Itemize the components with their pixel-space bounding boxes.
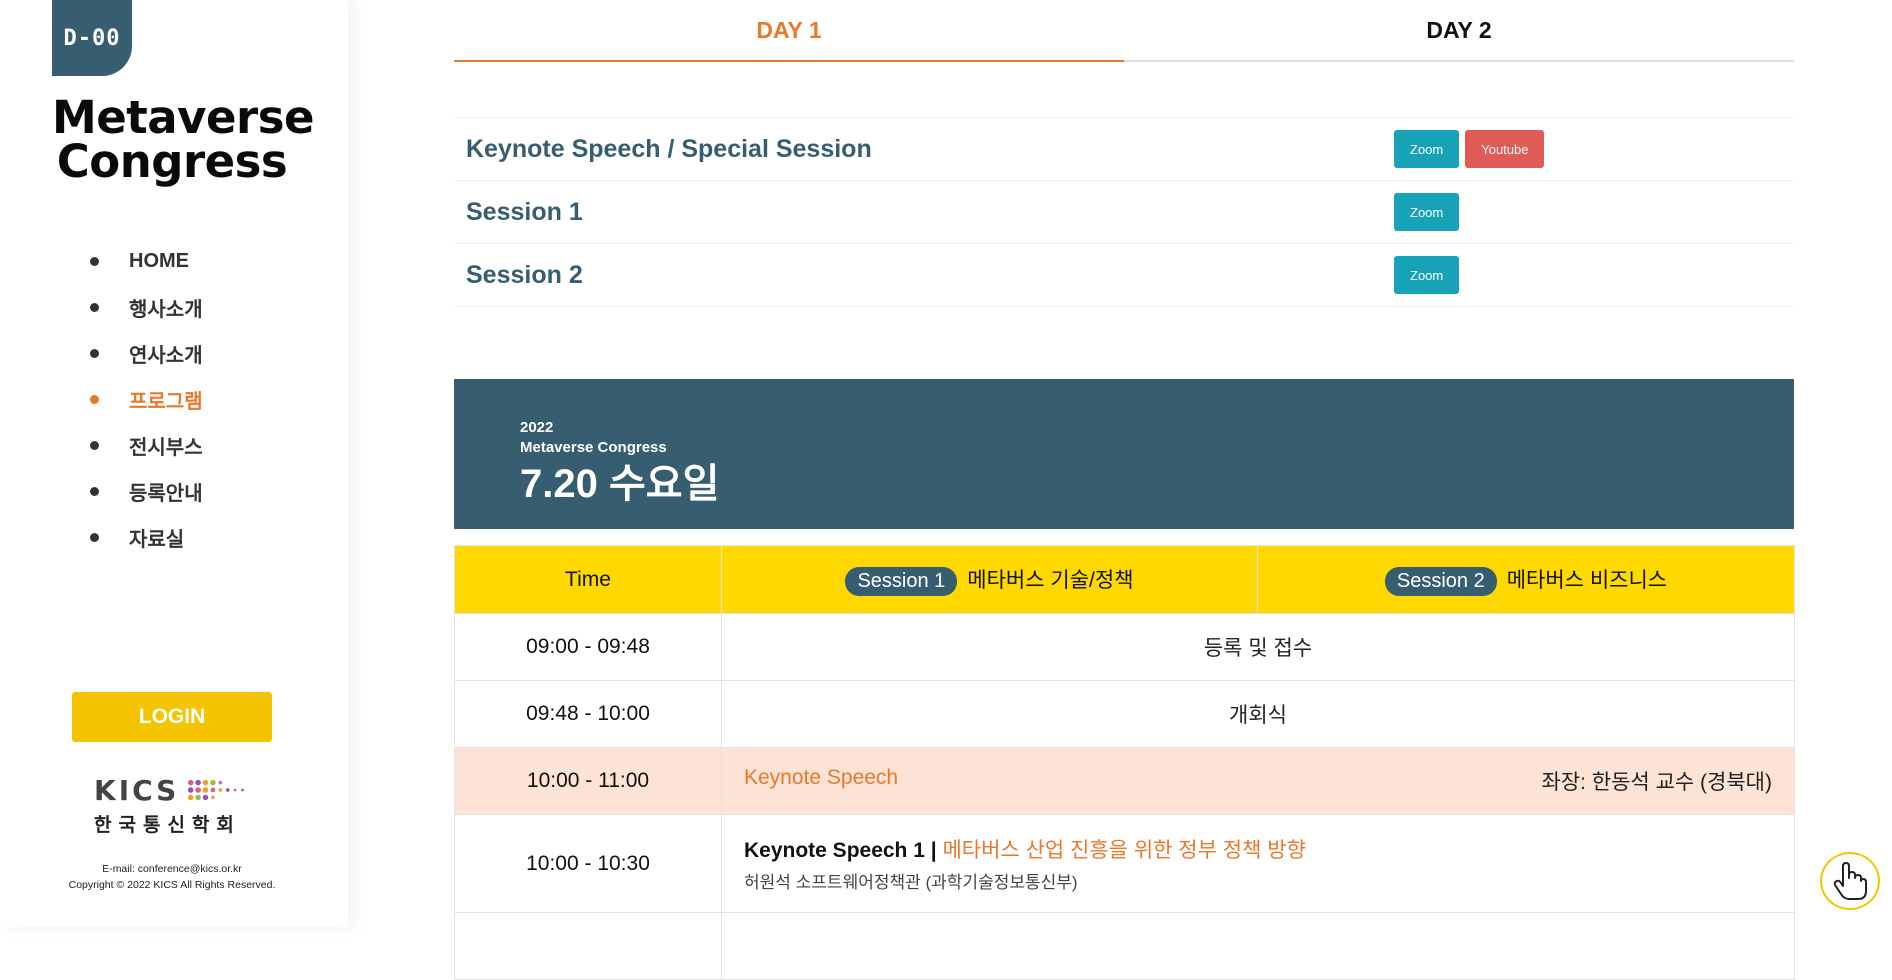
banner-date: 7.20 수요일	[520, 462, 720, 506]
sidebar-nav: HOME 행사소개 연사소개 프로그램 전시부스 등록안내 자료실	[90, 238, 203, 560]
footer-copyright: Copyright © 2022 KICS All Rights Reserve…	[68, 879, 276, 891]
nav-item-label: 연사소개	[129, 344, 203, 367]
program-header-row: Time Session 1 메타버스 기술/정책 Session 2 메타버스 비…	[454, 545, 1795, 614]
session-link-title: Session 2	[466, 260, 583, 289]
nav-item-exhibition[interactable]: 전시부스	[90, 422, 203, 468]
row-event: 개회식	[721, 680, 1795, 748]
logo-line-2: Congress	[56, 135, 288, 188]
bullet-icon	[90, 348, 99, 358]
talk-label: Keynote Speech 1 |	[744, 839, 937, 862]
hand-pointer-icon	[1833, 862, 1867, 900]
keynote-title: Keynote Speech	[744, 766, 899, 789]
footer: E-mail: conference@kics.or.kr Copyright …	[40, 861, 304, 893]
floating-help-button[interactable]	[1820, 852, 1880, 910]
session-1-title: 메타버스 기술/정책	[967, 568, 1134, 592]
session-link-title: Session 1	[466, 197, 583, 226]
nav-item-program[interactable]: 프로그램	[90, 376, 203, 422]
nav-item-archive[interactable]: 자료실	[90, 514, 203, 560]
table-row: 10:00 - 10:30 Keynote Speech 1 | 메타버스 산업…	[454, 814, 1795, 913]
session-1-header: Session 1 메타버스 기술/정책	[721, 545, 1258, 614]
logo-line-1: Metaverse	[52, 91, 315, 144]
kics-logo-letters: KICS	[94, 773, 180, 807]
nav-item-home[interactable]: HOME	[90, 238, 203, 284]
nav-item-label: HOME	[129, 249, 189, 272]
session-link-row: Keynote Speech / Special Session Zoom Yo…	[454, 118, 1794, 181]
zoom-button[interactable]: Zoom	[1394, 256, 1460, 294]
nav-item-label: 전시부스	[129, 436, 203, 459]
zoom-button[interactable]: Zoom	[1394, 130, 1460, 168]
session-2-title: 메타버스 비즈니스	[1506, 568, 1668, 592]
banner-conference: Metaverse Congress	[520, 439, 667, 456]
row-event	[721, 912, 1795, 980]
bullet-icon	[90, 440, 99, 450]
footer-email: E-mail: conference@kics.or.kr	[102, 863, 242, 875]
talk-speaker: 허원석 소프트웨어정책관 (과학기술정보통신부)	[744, 873, 1078, 892]
row-time: 09:00 - 09:48	[454, 613, 722, 681]
bullet-icon	[90, 532, 99, 542]
nav-item-label: 자료실	[129, 528, 185, 551]
keynote-chair: 좌장: 한동석 교수 (경북대)	[1541, 771, 1772, 794]
talk-topic: 메타버스 산업 진흥을 위한 정부 정책 방향	[942, 839, 1306, 862]
table-row: 09:48 - 10:00 개회식	[454, 680, 1795, 748]
kics-dots-icon	[188, 779, 245, 801]
nav-item-label: 등록안내	[129, 482, 203, 505]
bullet-icon	[90, 394, 99, 404]
day-tabs: DAY 1 DAY 2	[454, 0, 1794, 62]
session-2-header: Session 2 메타버스 비즈니스	[1257, 545, 1795, 614]
nav-item-speakers[interactable]: 연사소개	[90, 330, 203, 376]
kics-logo[interactable]: KICS 한국통신학회	[94, 774, 254, 836]
row-time	[454, 912, 722, 980]
site-logo[interactable]: Metaverse Congress	[52, 91, 315, 188]
time-column-header: Time	[454, 545, 722, 614]
session-2-pill: Session 2	[1384, 566, 1497, 596]
table-row: 09:00 - 09:48 등록 및 접수	[454, 613, 1795, 681]
nav-item-label: 프로그램	[129, 390, 203, 413]
table-row-keynote: 10:00 - 11:00 Keynote Speech 좌장: 한동석 교수 …	[454, 747, 1795, 815]
nav-item-registration[interactable]: 등록안내	[90, 468, 203, 514]
banner-year: 2022	[520, 419, 554, 436]
row-event: 등록 및 접수	[721, 613, 1795, 681]
session-link-title: Keynote Speech / Special Session	[466, 134, 872, 163]
login-button[interactable]: LOGIN	[72, 692, 272, 742]
row-event: Keynote Speech 1 | 메타버스 산업 진흥을 위한 정부 정책 …	[721, 814, 1795, 913]
program-table: Time Session 1 메타버스 기술/정책 Session 2 메타버스 비…	[454, 545, 1795, 980]
day-banner: 2022 Metaverse Congress 7.20 수요일	[454, 379, 1794, 529]
d-day-badge: D-00	[52, 0, 132, 76]
kics-korean-name: 한국통신학회	[94, 815, 241, 836]
table-row	[454, 912, 1795, 980]
tab-day-1[interactable]: DAY 1	[454, 0, 1124, 62]
session-links: Keynote Speech / Special Session Zoom Yo…	[454, 117, 1794, 307]
bullet-icon	[90, 302, 99, 312]
sidebar: D-00 Metaverse Congress HOME 행사소개 연사소개 프…	[0, 0, 348, 927]
nav-item-event-intro[interactable]: 행사소개	[90, 284, 203, 330]
session-link-row: Session 1 Zoom	[454, 181, 1794, 244]
youtube-button[interactable]: Youtube	[1465, 130, 1545, 168]
row-time: 09:48 - 10:00	[454, 680, 722, 748]
nav-item-label: 행사소개	[129, 298, 203, 321]
tab-day-2[interactable]: DAY 2	[1124, 0, 1794, 62]
session-1-pill: Session 1	[845, 566, 958, 596]
row-event: Keynote Speech 좌장: 한동석 교수 (경북대)	[721, 747, 1795, 815]
bullet-icon	[90, 486, 99, 496]
row-time: 10:00 - 10:30	[454, 814, 722, 913]
zoom-button[interactable]: Zoom	[1394, 193, 1460, 231]
row-time: 10:00 - 11:00	[454, 747, 722, 815]
session-link-row: Session 2 Zoom	[454, 244, 1794, 307]
bullet-icon	[90, 256, 99, 266]
